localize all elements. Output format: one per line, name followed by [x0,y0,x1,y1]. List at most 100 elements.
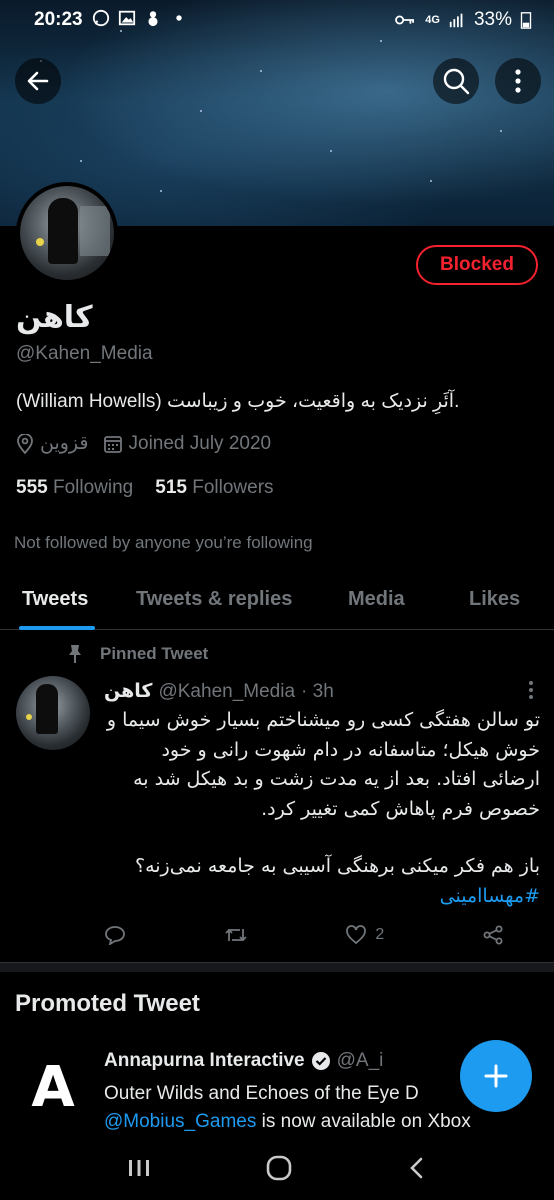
retweet-icon [225,928,247,942]
location-text: قزوین [40,433,89,454]
search-icon [443,68,470,95]
banner-star [330,150,332,152]
banner-star [260,70,262,72]
plus-icon [484,1064,508,1088]
tab-tweets-replies[interactable]: Tweets & replies [136,588,292,611]
follow-counts: 555 Following 515 Followers [16,477,274,499]
promoted-author-name[interactable]: Annapurna Interactive [104,1050,305,1072]
like-button[interactable]: 2 [345,925,384,945]
tab-tweets[interactable]: Tweets [22,588,88,611]
verified-badge-icon [311,1052,330,1070]
avatar-light [26,714,32,720]
promoted-header: Annapurna Interactive @A_i [104,1050,383,1072]
profile-bio: (William Howells) آئَرِ نزدیک به واقعیت،… [16,391,460,412]
whatsapp-icon [92,9,110,27]
banner-star [500,130,502,132]
tweet-header: کاهن @Kahen_Media · 3h [104,680,334,703]
not-followed-text: Not followed by anyone you’re following [14,533,313,552]
banner-star [160,190,162,192]
profile-meta: قزوین Joined July 2020 [16,432,285,455]
tab-media[interactable]: Media [348,588,405,611]
tweet-avatar[interactable] [16,676,90,750]
promoted-avatar[interactable]: A [16,1050,90,1124]
banner-star [200,110,202,112]
avatar-figure [36,684,58,734]
blocked-button[interactable]: Blocked [416,245,538,285]
android-nav-bar [0,1140,554,1200]
promoted-author-handle[interactable]: @A_i [337,1050,384,1072]
battery-icon [520,12,532,29]
signal-icon [449,13,463,28]
profile-handle: @Kahen_Media [16,343,153,364]
tweet-actions: 2 [104,920,504,950]
heart-icon [346,925,367,945]
avatar-panel [80,206,110,256]
tweet-line: خوش هیکل؛ متاسفانه در دام شهوت رانی و خو… [161,738,540,761]
system-back-button[interactable] [406,1156,428,1185]
back-chevron-icon [409,1157,422,1178]
retweet-button[interactable] [224,925,248,945]
reply-icon [105,926,125,945]
status-right-icons: 4G 33% [393,9,532,31]
tweet-author-name[interactable]: کاهن [104,680,152,703]
pinned-label-row: Pinned Tweet [68,644,208,664]
home-circle-icon [266,1155,292,1180]
banner-star [80,160,82,162]
banner-star [430,180,432,182]
followers-link[interactable]: 515 Followers [155,477,273,499]
search-button[interactable] [433,58,479,104]
status-left-icons [92,9,188,27]
tweet-time: · 3h [301,680,334,702]
dot-icon [176,15,182,21]
tweet-paragraph-gap [100,824,540,852]
tweet-body: تو سالن هفتگی کسی رو میشناختم بسیار خوش … [100,706,540,911]
profile-name: کاهن [16,301,93,334]
tweet-author-handle[interactable]: @Kahen_Media [158,681,295,703]
location-item: قزوین [16,432,89,455]
calendar-icon [103,435,122,453]
following-link[interactable]: 555 Following [16,477,133,499]
battery-percent: 33% [473,9,512,30]
recent-apps-button[interactable] [126,1157,152,1184]
recent-apps-icon [129,1159,150,1176]
avatar-figure [48,198,78,264]
promoted-mention[interactable]: @Mobius_Games [104,1111,256,1132]
tweet-hashtag[interactable]: #مهساامینی [100,882,540,912]
compose-tweet-button[interactable] [460,1040,532,1112]
promoted-line: @Mobius_Games is now available on Xbox [104,1108,544,1136]
status-bar: 20:23 4G 33% [0,0,554,42]
followers-label: Followers [192,477,274,498]
section-divider [0,962,554,972]
following-label: Following [52,477,134,498]
share-button[interactable] [482,925,504,945]
promoted-section-title: Promoted Tweet [15,990,200,1017]
followers-count: 515 [155,477,187,498]
like-count: 2 [375,926,385,943]
active-tab-indicator [19,626,95,630]
joined-item: Joined July 2020 [103,432,272,455]
profile-avatar[interactable] [16,182,118,284]
pinned-label: Pinned Tweet [100,644,209,663]
joined-text: Joined July 2020 [128,432,272,454]
tweet-line: خصوص فرم پاهاش کمی تغییر کرد. [261,797,540,820]
tweet-line: تو سالن هفتگی کسی رو میشناختم بسیار خوش … [106,709,540,731]
share-icon [483,925,503,945]
following-count: 555 [16,477,48,498]
tweet-line: باز هم فکر میکنی برهنگی آسیبی به جامعه ن… [134,855,540,877]
arrow-left-icon [27,71,49,91]
more-options-button[interactable] [495,58,541,104]
promoted-line-2: is now available on Xbox [256,1111,471,1132]
more-vertical-icon [529,681,533,699]
network-type: 4G [425,14,440,26]
tweet-more-button[interactable] [528,680,534,705]
gallery-icon [118,10,136,26]
home-button[interactable] [265,1154,293,1187]
tweet-line: ارضائی افتاد. بعد از یه مدت زشت و بد هیک… [133,768,540,790]
location-pin-icon [17,433,33,454]
more-vertical-icon [515,69,521,93]
tab-likes[interactable]: Likes [469,588,520,611]
back-button[interactable] [15,58,61,104]
promoted-line-1: Outer Wilds and Echoes of the Eye D [104,1083,419,1104]
profile-tabs: Tweets Tweets & replies Media Likes [0,570,554,630]
reply-button[interactable] [104,925,126,945]
